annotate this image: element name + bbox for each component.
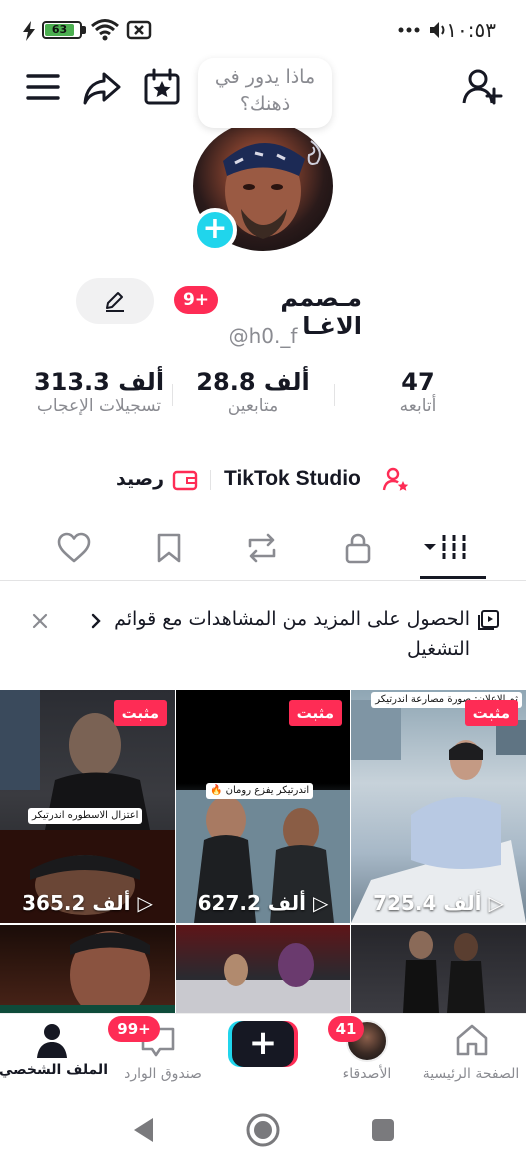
inbox-badge: 99+ — [108, 1016, 160, 1042]
notification-badge[interactable]: 9+ — [174, 286, 218, 314]
followers-unit: ألف — [263, 368, 310, 396]
no-sim-icon — [126, 20, 152, 40]
create-button[interactable]: + — [228, 1021, 298, 1067]
home-icon — [456, 1024, 488, 1056]
view-count: ألف 627.2 ▷ — [197, 891, 329, 915]
view-value: 627.2 — [197, 891, 261, 915]
video-caption: اعتزال الاسطوره اندرتيكر — [28, 808, 143, 824]
system-navigation — [0, 1093, 526, 1169]
status-bar: 63 ١٠:٥٣ — [0, 0, 526, 62]
nav-home[interactable]: الصفحة الرئيسية — [416, 1014, 526, 1094]
active-tab-indicator — [420, 576, 486, 579]
playlist-icon — [478, 610, 499, 630]
likes-label: تسجيلات الإعجاب — [36, 396, 162, 416]
add-story-button[interactable]: + — [193, 208, 237, 252]
video-thumbnail — [0, 931, 175, 1013]
wallet-icon — [172, 470, 198, 491]
tiktok-studio-link[interactable]: TikTok Studio — [224, 462, 410, 498]
view-count: ألف 365.2 ▷ — [22, 891, 153, 915]
nav-inbox[interactable]: 99+ صندوق الوارد — [108, 1014, 218, 1094]
nav-friends[interactable]: 41 الأصدقاء — [318, 1014, 416, 1094]
chevron-right-icon[interactable] — [90, 612, 102, 630]
nav-friends-label: الأصدقاء — [342, 1066, 392, 1082]
view-unit: ألف — [92, 891, 131, 915]
nav-profile[interactable]: الملف الشخصي — [0, 1014, 108, 1094]
thought-bubble[interactable]: ماذا يدور في ذهنك؟ — [198, 58, 332, 128]
studio-label: TikTok Studio — [224, 467, 361, 490]
playlist-banner[interactable]: الحصول على المزيد من المشاهدات مع قوائم … — [50, 604, 470, 664]
pinned-badge: مثبت — [113, 700, 167, 726]
balance-link[interactable]: رصيد — [116, 462, 200, 498]
video-thumbnail — [403, 931, 485, 1013]
pinned-badge: مثبت — [464, 700, 518, 726]
repost-icon[interactable] — [244, 532, 280, 564]
video-tile[interactable] — [0, 925, 175, 1013]
likes-count: 313.3 — [33, 368, 110, 396]
back-icon[interactable] — [130, 1115, 156, 1145]
view-value: 365.2 — [22, 891, 86, 915]
wifi-icon — [91, 19, 119, 41]
bookmark-icon[interactable] — [156, 532, 182, 564]
profile-handle: @h0._f — [228, 324, 298, 348]
following-count: 47 — [401, 368, 435, 396]
edit-profile-button[interactable] — [76, 278, 154, 324]
plus-icon: + — [232, 1021, 294, 1067]
close-icon[interactable] — [31, 612, 49, 630]
video-tile[interactable]: ثم الإعلان: صورة مصارعة اندرتيكر مثبت أل… — [351, 690, 526, 923]
charging-bolt-icon — [23, 21, 35, 41]
videos-grid-icon[interactable] — [422, 532, 470, 562]
video-caption: اندرتيكر يفزع رومان 🔥 — [206, 783, 314, 799]
video-tile[interactable]: اعتزال الاسطوره اندرتيكر مثبت ألف 365.2 … — [0, 690, 175, 923]
menu-icon[interactable] — [26, 72, 60, 102]
home-button-icon[interactable] — [245, 1112, 281, 1148]
stat-following[interactable]: 47 أتابعه — [392, 368, 444, 416]
clock: ١٠:٥٣ — [446, 18, 496, 42]
share-icon[interactable] — [82, 70, 122, 106]
creator-star-icon — [382, 467, 409, 491]
view-unit: ألف — [443, 891, 482, 915]
likes-unit: ألف — [118, 368, 165, 396]
more-dots-icon — [398, 27, 420, 33]
add-user-icon[interactable] — [462, 68, 504, 106]
nav-home-label: الصفحة الرئيسية — [422, 1066, 520, 1082]
tools-divider — [210, 470, 211, 490]
followers-count: 28.8 — [196, 368, 256, 396]
video-tile[interactable] — [176, 925, 350, 1013]
nav-inbox-label: صندوق الوارد — [124, 1066, 202, 1082]
stat-followers[interactable]: ألف 28.8 متابعين — [190, 368, 316, 416]
view-value: 725.4 — [373, 891, 437, 915]
heart-icon[interactable] — [56, 532, 92, 564]
lock-icon[interactable] — [344, 532, 372, 564]
battery-icon: 63 — [42, 21, 82, 39]
followers-label: متابعين — [227, 396, 279, 416]
bottom-navigation: الصفحة الرئيسية 41 الأصدقاء + 99+ صندوق … — [0, 1013, 526, 1093]
recents-icon[interactable] — [370, 1117, 396, 1143]
playlist-banner-text: الحصول على المزيد من المشاهدات مع قوائم … — [114, 608, 470, 660]
stat-divider — [172, 384, 173, 406]
video-tile[interactable]: اندرتيكر يفزع رومان 🔥 مثبت ألف 627.2 ▷ — [176, 690, 350, 923]
profile-icon — [37, 1024, 67, 1058]
profile-tabs — [0, 520, 526, 580]
battery-tip — [82, 26, 86, 34]
video-thumbnail — [176, 943, 350, 1013]
stat-likes[interactable]: ألف 313.3 تسجيلات الإعجاب — [26, 368, 172, 416]
calendar-star-icon[interactable] — [143, 68, 181, 106]
divider — [0, 580, 526, 581]
battery-level: 63 — [45, 24, 74, 36]
view-unit: ألف — [267, 891, 307, 915]
following-label: أتابعه — [399, 396, 437, 416]
balance-label: رصيد — [116, 468, 165, 490]
stat-divider — [334, 384, 335, 406]
nav-profile-label: الملف الشخصي — [0, 1062, 108, 1078]
pencil-icon — [106, 292, 124, 312]
view-count: ألف 725.4 ▷ — [373, 891, 504, 915]
video-tile[interactable] — [351, 925, 526, 1013]
pinned-badge: مثبت — [288, 700, 342, 726]
friends-badge: 41 — [328, 1016, 364, 1042]
